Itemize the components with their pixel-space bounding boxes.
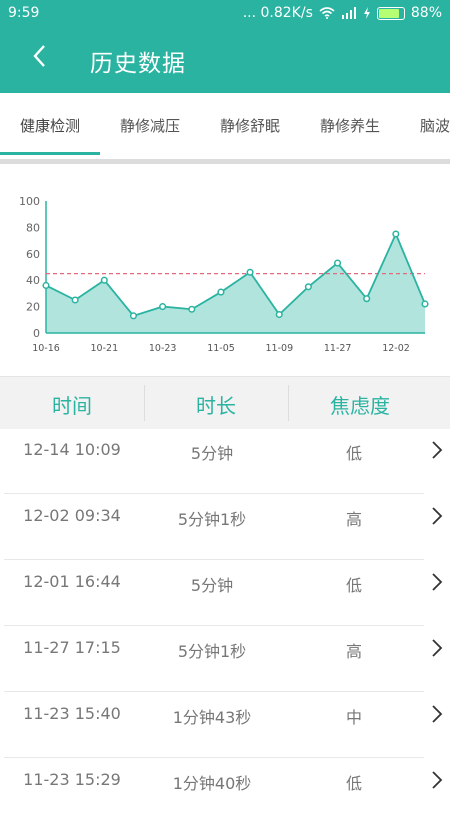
tab-meditation-stress[interactable]: 静修减压 <box>120 115 180 136</box>
status-bar: 9:59 ... 0.82K/s 88% <box>0 0 450 26</box>
chart-x-tick-label: 10-23 <box>149 343 177 354</box>
chart-y-tick-label: 0 <box>33 327 40 340</box>
chart-y-tick-label: 80 <box>26 221 40 234</box>
table-row[interactable]: 12-01 16:44 5分钟 低 <box>0 560 450 626</box>
chart-y-tick-label: 40 <box>26 274 40 287</box>
chart-x-tick-label: 11-05 <box>207 343 235 354</box>
chart-point <box>421 300 429 308</box>
row-anxiety: 低 <box>345 576 362 595</box>
chart-y-tick-label: 60 <box>26 248 40 261</box>
chevron-right-icon <box>432 639 443 657</box>
network-speed: ... 0.82K/s <box>242 5 313 21</box>
chart-point <box>304 283 312 291</box>
row-time: 11-23 15:29 <box>23 770 121 789</box>
chart-point <box>392 230 400 238</box>
chart-x-tick-label: 10-16 <box>32 343 60 354</box>
chevron-right-icon <box>432 705 443 723</box>
chart-point <box>275 310 283 319</box>
battery-icon <box>376 6 405 20</box>
app-header: 9:59 ... 0.82K/s 88% 历史数据 <box>0 0 450 93</box>
row-duration: 1分钟43秒 <box>172 708 252 727</box>
chart-point <box>71 296 79 304</box>
table-header: 时间 时长 焦虑度 <box>0 376 450 429</box>
table-row[interactable]: 11-23 15:29 1分钟40秒 低 <box>0 758 450 824</box>
status-right: ... 0.82K/s 88% <box>243 5 442 21</box>
row-anxiety: 低 <box>345 444 362 463</box>
header-time: 时间 <box>52 394 92 418</box>
active-tab-indicator <box>0 152 100 155</box>
wifi-icon <box>319 7 335 19</box>
chart-point <box>188 305 196 313</box>
status-time: 9:59 <box>8 5 40 21</box>
header-duration: 时长 <box>196 394 236 418</box>
battery-percent: 88% <box>410 5 442 21</box>
chart-point <box>217 288 225 296</box>
tab-meditation-sleep[interactable]: 静修舒眠 <box>220 115 280 136</box>
chevron-right-icon <box>432 441 443 459</box>
row-duration: 5分钟 <box>190 576 234 595</box>
chart-point <box>363 295 371 303</box>
row-anxiety: 高 <box>345 642 362 661</box>
row-duration: 1分钟40秒 <box>172 774 252 793</box>
charging-icon <box>363 7 370 19</box>
chart-y-tick-label: 20 <box>26 301 40 314</box>
page-title: 历史数据 <box>90 51 186 77</box>
tab-meditation-wellness[interactable]: 静修养生 <box>320 115 380 136</box>
chart-point <box>129 312 138 320</box>
row-anxiety: 中 <box>345 708 362 727</box>
row-duration: 5分钟1秒 <box>177 642 247 661</box>
chart-point <box>246 268 254 276</box>
chart-x-tick-label: 11-09 <box>266 343 294 354</box>
history-chart: 0 20 40 60 80 100 10-16 10-21 10-23 11-05 11-09 11-… <box>0 164 450 375</box>
chart-point <box>42 281 50 290</box>
chart-x-tick-label: 12-02 <box>382 343 410 354</box>
row-duration: 5分钟1秒 <box>177 510 247 529</box>
tab-bar: 健康检测 静修减压 静修舒眠 静修养生 脑波 <box>0 93 450 159</box>
table-row[interactable]: 11-23 15:40 1分钟43秒 中 <box>0 692 450 758</box>
chart-point <box>333 259 342 267</box>
row-time: 11-27 17:15 <box>23 638 121 657</box>
row-anxiety: 低 <box>345 774 362 793</box>
chart-x-tick-label: 11-27 <box>324 343 352 354</box>
chevron-right-icon <box>432 771 443 789</box>
chart-x-tick-label: 10-21 <box>91 343 119 354</box>
signal-icon <box>341 7 356 19</box>
table-row[interactable]: 11-27 17:15 5分钟1秒 高 <box>0 626 450 692</box>
row-duration: 5分钟 <box>190 444 234 463</box>
back-button[interactable] <box>24 40 54 72</box>
chevron-right-icon <box>432 573 443 591</box>
header-anxiety: 焦虑度 <box>330 394 390 418</box>
row-time: 12-01 16:44 <box>23 572 121 591</box>
chart-point <box>100 276 108 284</box>
row-anxiety: 高 <box>345 510 362 529</box>
tab-health-check[interactable]: 健康检测 <box>20 115 80 136</box>
chevron-left-icon <box>33 45 45 67</box>
chart-point <box>159 303 167 311</box>
chart-svg: 0 20 40 60 80 100 10-16 10-21 10-23 11-05 11-09 11-… <box>19 195 429 354</box>
row-time: 12-14 10:09 <box>23 440 121 459</box>
chevron-right-icon <box>432 507 443 525</box>
row-time: 12-02 09:34 <box>23 506 121 525</box>
tab-brainwave[interactable]: 脑波 <box>420 115 450 136</box>
row-time: 11-23 15:40 <box>23 704 121 723</box>
table-row[interactable]: 12-14 10:09 5分钟 低 <box>0 428 450 494</box>
table-row[interactable]: 12-02 09:34 5分钟1秒 高 <box>0 494 450 560</box>
chart-y-tick-label: 100 <box>19 195 40 208</box>
chart-area <box>46 234 425 333</box>
